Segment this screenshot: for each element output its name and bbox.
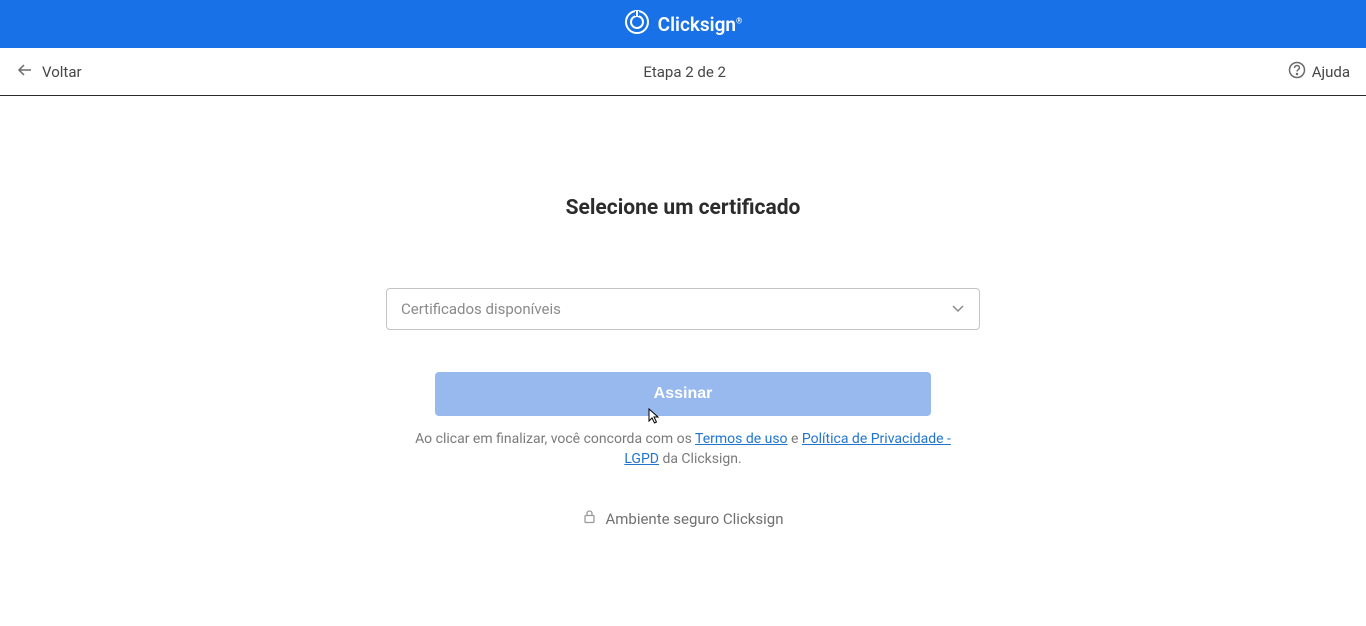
- arrow-left-icon: [16, 61, 34, 83]
- terms-of-use-link[interactable]: Termos de uso: [695, 431, 788, 447]
- app-header: Clicksign®: [0, 0, 1366, 48]
- lock-icon: [582, 509, 597, 528]
- main-content: Selecione um certificado Certificados di…: [0, 96, 1366, 528]
- help-label: Ajuda: [1312, 63, 1350, 81]
- help-button[interactable]: Ajuda: [1288, 61, 1350, 83]
- page-title: Selecione um certificado: [566, 196, 801, 220]
- sub-header: Voltar Etapa 2 de 2 Ajuda: [0, 48, 1366, 96]
- secure-environment: Ambiente seguro Clicksign: [582, 509, 783, 528]
- terms-and: e: [788, 431, 802, 447]
- help-icon: [1288, 61, 1306, 83]
- brand-name: Clicksign®: [658, 13, 743, 36]
- secure-label: Ambiente seguro Clicksign: [605, 510, 783, 528]
- certificate-dropdown[interactable]: Certificados disponíveis: [386, 288, 980, 330]
- back-label: Voltar: [42, 63, 82, 81]
- clicksign-logo-icon: [624, 9, 650, 39]
- terms-text: Ao clicar em finalizar, você concorda co…: [413, 430, 953, 469]
- dropdown-placeholder: Certificados disponíveis: [401, 300, 561, 318]
- terms-suffix: da Clicksign.: [659, 451, 742, 467]
- brand-logo: Clicksign®: [624, 9, 743, 39]
- sign-button[interactable]: Assinar: [435, 372, 931, 416]
- step-indicator: Etapa 2 de 2: [643, 63, 726, 81]
- back-button[interactable]: Voltar: [16, 61, 82, 83]
- terms-prefix: Ao clicar em finalizar, você concorda co…: [415, 431, 695, 447]
- chevron-down-icon: [951, 300, 965, 319]
